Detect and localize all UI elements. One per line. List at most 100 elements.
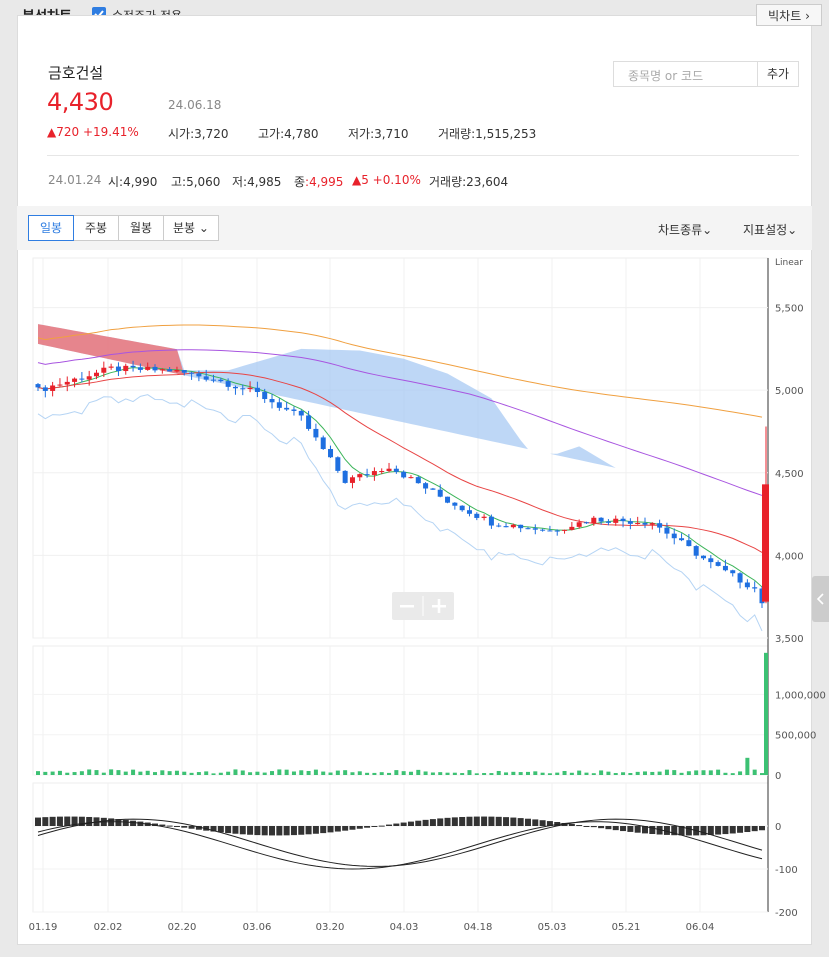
macd-histogram-bar [386, 824, 393, 826]
candle-body [664, 527, 670, 534]
candle-body [291, 409, 297, 411]
macd-histogram-bar [232, 826, 239, 834]
volume-bar [182, 771, 187, 775]
candle-body [510, 524, 516, 528]
volume-bar [291, 771, 296, 775]
candle-body [598, 517, 604, 522]
candle-body [371, 471, 377, 476]
volume-bar [350, 772, 355, 775]
candle-body [276, 402, 282, 408]
macd-histogram-bar [86, 816, 93, 826]
volume-bar [694, 770, 699, 775]
volume-bar [174, 770, 179, 775]
candle-body [562, 529, 568, 531]
macd-histogram-bar [188, 826, 195, 829]
x-tick-label: 04.03 [390, 922, 419, 933]
candle-body [466, 510, 472, 514]
volume-bar [577, 770, 582, 775]
volume-bar [642, 771, 647, 775]
macd-histogram-bar [173, 826, 180, 827]
volume-bar [621, 772, 626, 775]
volume-bar [460, 773, 465, 775]
x-tick-label: 05.21 [612, 922, 641, 933]
candle-body [627, 521, 633, 524]
volume-bar [686, 771, 691, 775]
volume-bar [708, 770, 713, 775]
macd-histogram-bar [737, 826, 744, 833]
candle-body [437, 489, 443, 497]
volume-bar [131, 769, 136, 775]
candle-body [57, 384, 63, 386]
candle-body [247, 387, 253, 390]
candle-body [357, 474, 363, 478]
volume-bar [36, 771, 40, 775]
volume-bar [569, 772, 574, 775]
candle-body [452, 502, 458, 506]
macd-histogram-bar [290, 826, 297, 836]
macd-histogram-bar [451, 817, 458, 826]
macd-histogram-bar [759, 826, 765, 831]
volume-bar [116, 770, 121, 775]
candle-body [730, 570, 736, 574]
volume-bar [343, 770, 348, 775]
volume-bar [664, 769, 669, 775]
candle-body [189, 372, 195, 374]
candle-body [42, 387, 48, 391]
macd-histogram-bar [568, 823, 575, 826]
volume-bar [204, 771, 209, 775]
macd-histogram-bar [239, 826, 246, 835]
candle-body [328, 449, 334, 458]
macd-histogram-bar [517, 818, 524, 826]
macd-histogram-bar [225, 826, 232, 834]
volume-bar [467, 770, 472, 775]
candle-body [700, 555, 706, 559]
candle-body [64, 381, 70, 385]
candle-body [708, 558, 714, 563]
volume-bar [738, 771, 743, 775]
volume-bar [167, 771, 172, 775]
macd-histogram-bar [305, 826, 312, 835]
macd-histogram-bar [722, 826, 729, 835]
macd-histogram-bar [539, 820, 546, 826]
candle-body [262, 392, 268, 400]
candle-body [620, 518, 626, 522]
candle-body [415, 477, 421, 484]
volume-bar [372, 772, 377, 775]
side-panel-handle[interactable] [812, 576, 829, 622]
volume-bar [335, 770, 340, 775]
volume-bar [233, 769, 238, 775]
macd-histogram-bar [627, 826, 634, 832]
candle-body [386, 468, 392, 472]
macd-histogram-bar [130, 820, 137, 826]
volume-bar [716, 769, 721, 775]
volume-bar [584, 772, 589, 775]
volume-bar [160, 770, 165, 775]
volume-tick-label: 1,000,000 [775, 690, 826, 701]
tab-daily[interactable]: 일봉 [28, 215, 74, 241]
volume-tick-label: 500,000 [775, 731, 816, 742]
volume-bar [613, 773, 618, 775]
candle-body [459, 505, 465, 511]
volume-bar [635, 771, 640, 775]
zoom-out-icon[interactable] [400, 605, 414, 608]
volume-bar [87, 769, 92, 775]
volume-bar [240, 770, 245, 775]
analysis-chart[interactable]: 01.19 02.02 02.20 03.06 03.20 04.03 04.18 05.03… [0, 0, 829, 957]
macd-histogram-bar [349, 826, 356, 830]
candle-body [145, 366, 151, 370]
candle-body [137, 367, 143, 370]
volume-bar [518, 772, 523, 775]
volume-bar [299, 770, 304, 775]
macd-histogram-bar [634, 826, 641, 833]
macd-histogram-bar [590, 826, 597, 828]
candle-body [635, 522, 641, 524]
macd-histogram-bar [298, 826, 305, 835]
macd-histogram-bar [122, 819, 129, 826]
macd-histogram-bar [342, 826, 349, 831]
macd-histogram-bar [56, 816, 63, 826]
x-tick-label: 03.20 [316, 922, 345, 933]
candle-body [218, 379, 224, 382]
volume-bar [730, 773, 735, 775]
volume-bar [533, 771, 538, 775]
macd-histogram-bar [466, 816, 473, 826]
